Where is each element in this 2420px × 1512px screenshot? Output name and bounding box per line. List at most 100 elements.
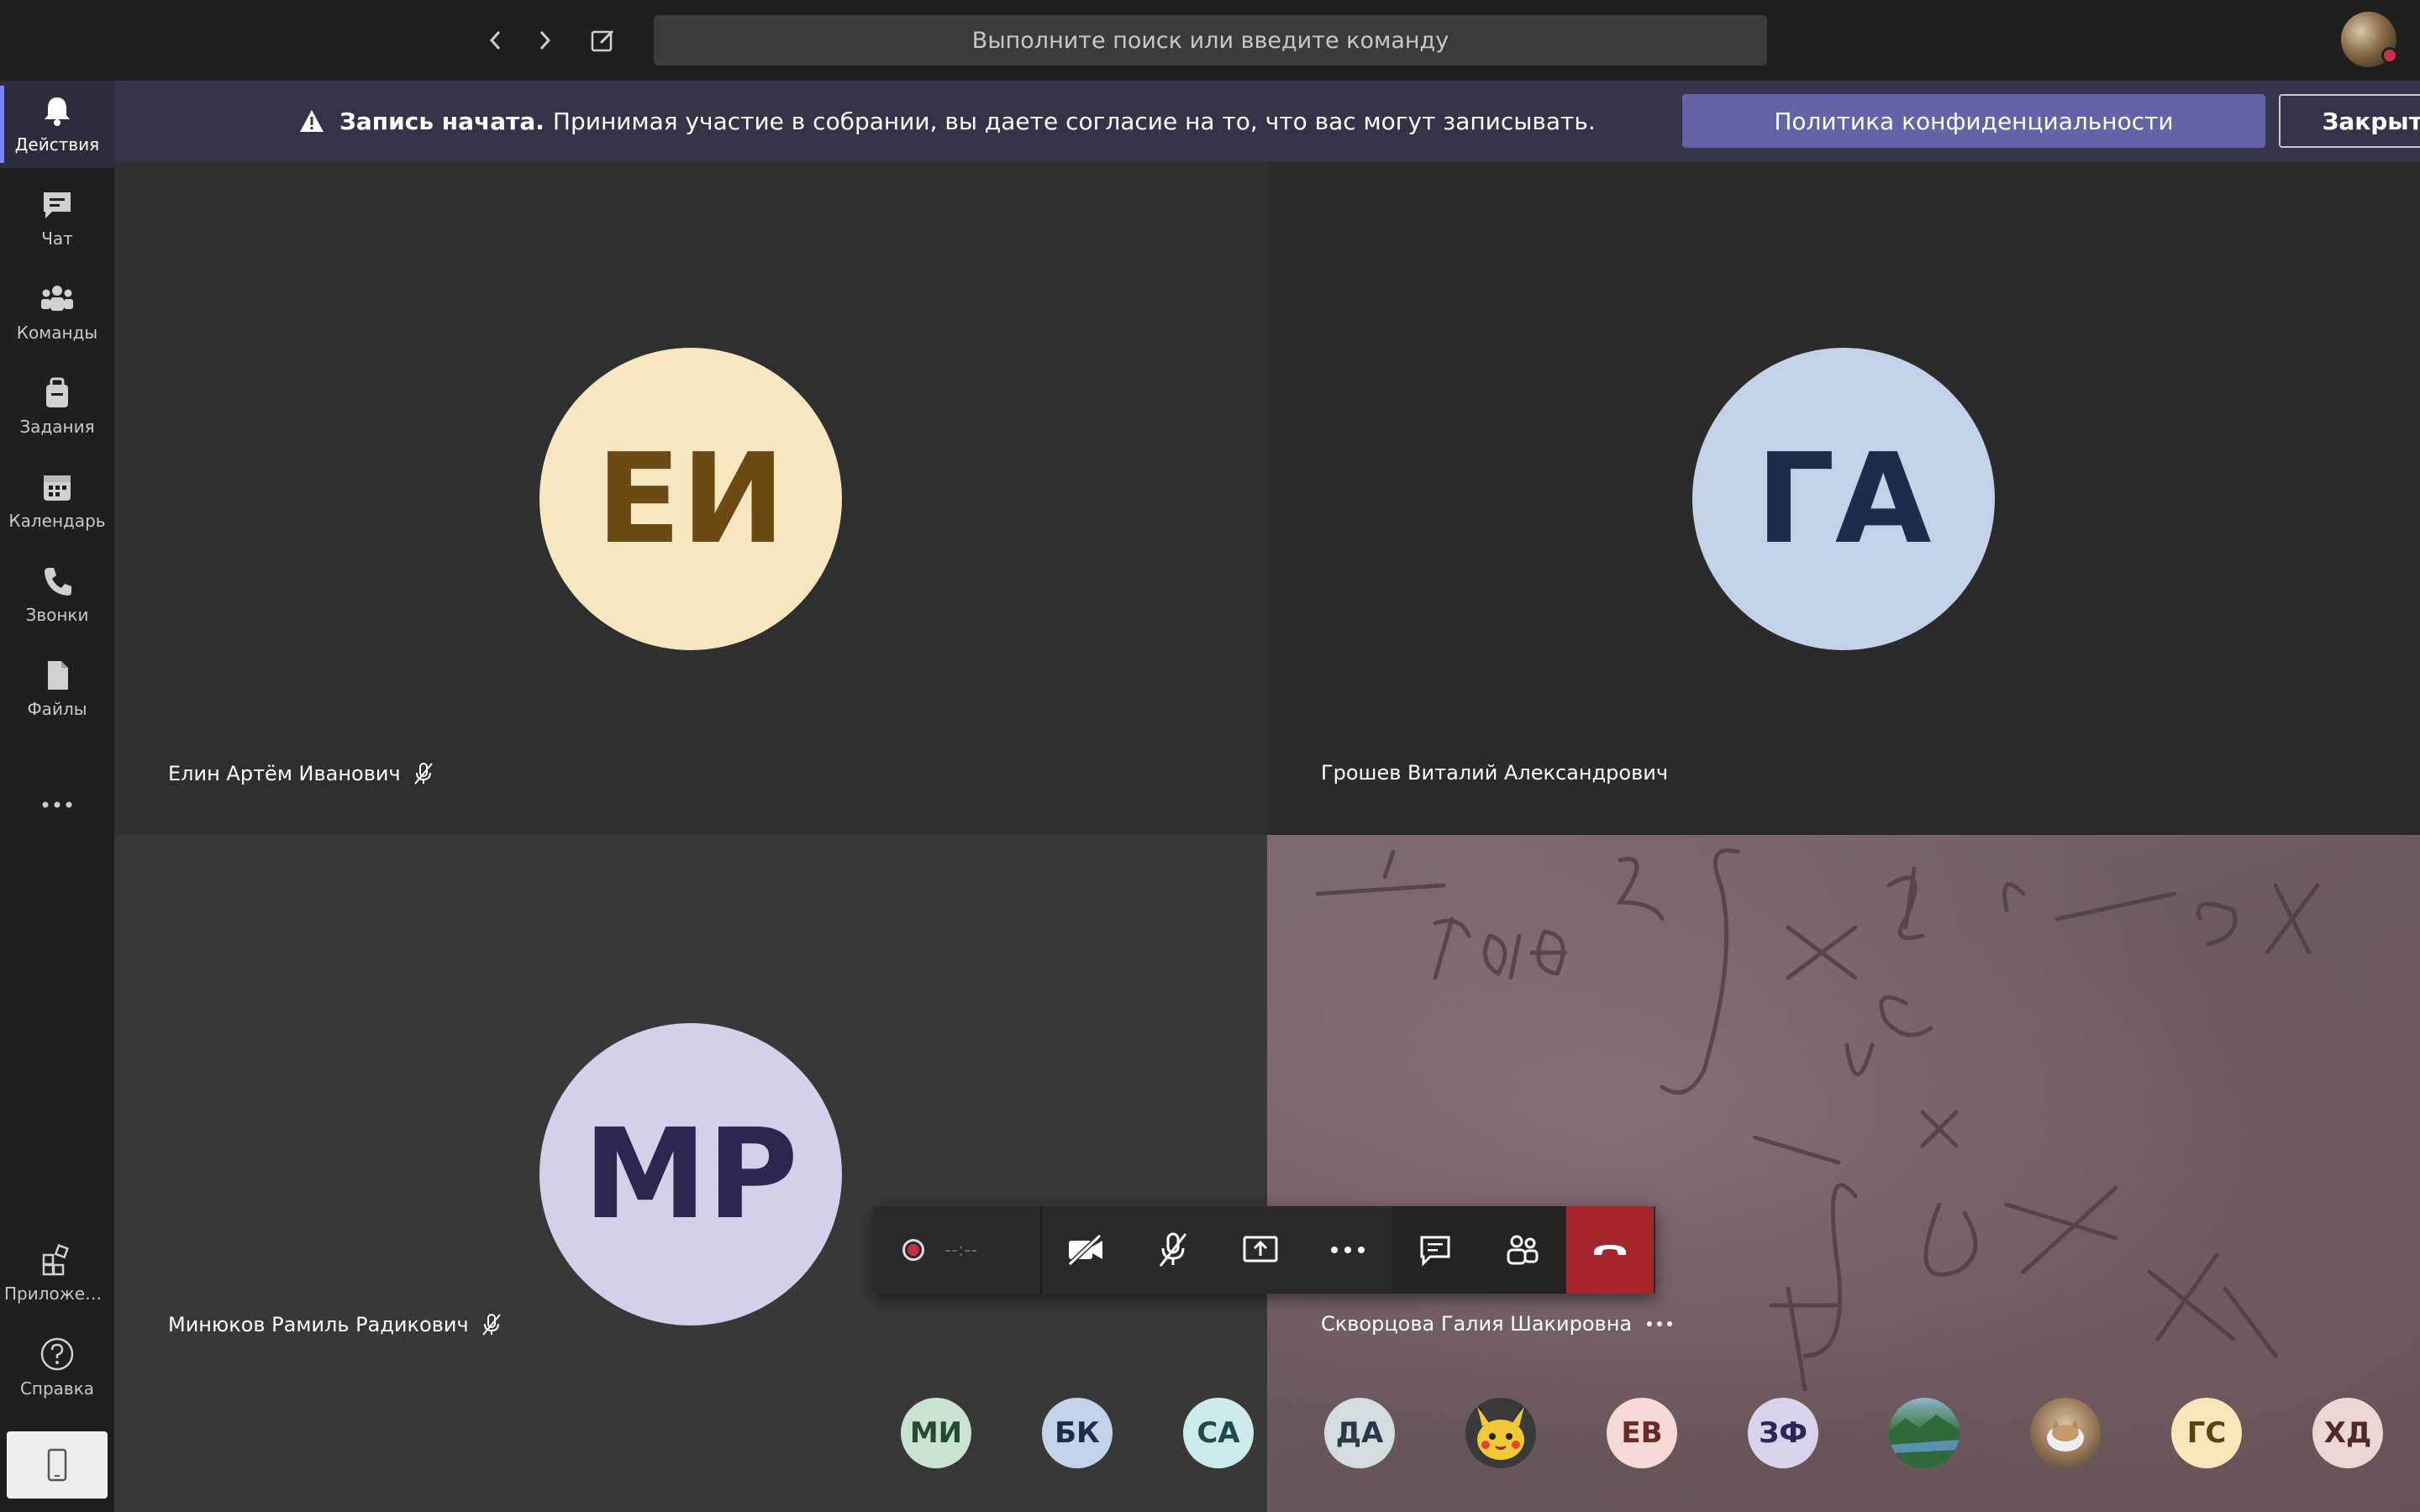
rail-item-help[interactable]: Справка bbox=[0, 1324, 114, 1411]
chat-bubble-icon bbox=[1420, 1236, 1450, 1267]
record-icon bbox=[902, 1239, 924, 1261]
rail-item-calls[interactable]: Звонки bbox=[0, 551, 114, 638]
recording-banner: Запись начата. Принимая участие в собран… bbox=[114, 81, 2420, 161]
help-icon bbox=[40, 1337, 74, 1371]
more-options-icon[interactable] bbox=[1645, 1320, 1674, 1328]
participant-name: Елин Артём Иванович bbox=[168, 762, 401, 785]
rail-label: Чат bbox=[41, 228, 73, 249]
participant-name: Скворцова Галия Шакировна bbox=[1321, 1312, 1633, 1336]
search-input[interactable]: Выполните поиск или введите команду bbox=[654, 15, 1767, 66]
chevron-left-icon bbox=[489, 30, 501, 50]
participant-photo-thumbnail[interactable] bbox=[1889, 1398, 1960, 1468]
participant-thumbnail[interactable]: СА bbox=[1183, 1398, 1254, 1468]
assignments-icon bbox=[46, 377, 68, 407]
show-conversation-button[interactable] bbox=[1392, 1206, 1479, 1294]
files-icon bbox=[48, 661, 68, 690]
panel-buttons bbox=[1392, 1206, 1566, 1294]
recording-title: Запись начата. bbox=[339, 107, 544, 135]
participant-thumbnail[interactable]: ЗФ bbox=[1748, 1398, 1818, 1468]
share-screen-button[interactable] bbox=[1217, 1206, 1304, 1294]
rail-label: Приложен… bbox=[4, 1284, 110, 1304]
rail-label: Задания bbox=[19, 417, 95, 437]
recording-message: Принимая участие в собрании, вы даете со… bbox=[552, 107, 1596, 135]
people-icon bbox=[1507, 1235, 1539, 1265]
participant-tile[interactable]: ГА Грошев Виталий Александрович bbox=[1267, 161, 2420, 835]
rail-label: Календарь bbox=[8, 511, 106, 531]
participant-name-label: Грошев Виталий Александрович bbox=[1321, 761, 1668, 785]
rail-label: Справка bbox=[19, 1378, 95, 1399]
bell-icon bbox=[45, 97, 70, 126]
warning-icon bbox=[300, 110, 324, 132]
mic-muted-icon bbox=[481, 1314, 501, 1336]
meeting-timer: --:-- bbox=[944, 1239, 978, 1261]
phone-icon bbox=[45, 568, 71, 596]
hang-up-button[interactable] bbox=[1566, 1206, 1654, 1294]
more-icon bbox=[42, 801, 72, 808]
participant-avatar: МР bbox=[539, 1023, 842, 1326]
rail-item-teams[interactable]: Команды bbox=[0, 269, 114, 356]
participant-avatar: ЕИ bbox=[539, 348, 842, 650]
cat-avatar-image bbox=[2047, 1420, 2084, 1452]
recording-notice: Запись начата. Принимая участие в собран… bbox=[299, 81, 1596, 161]
more-icon bbox=[1331, 1247, 1365, 1253]
presence-busy-badge bbox=[2381, 47, 2398, 64]
participant-thumbnail[interactable]: ХД bbox=[2312, 1398, 2383, 1468]
camera-off-icon bbox=[1067, 1234, 1102, 1266]
participant-name-label: Скворцова Галия Шакировна bbox=[1321, 1312, 1674, 1336]
participant-name: Минюков Рамиль Радикович bbox=[168, 1313, 469, 1336]
pikachu-avatar-image bbox=[1477, 1406, 1524, 1460]
mic-off-icon bbox=[1159, 1232, 1187, 1267]
participant-photo-thumbnail[interactable] bbox=[2030, 1398, 2101, 1468]
participant-avatar: ГА bbox=[1692, 348, 1995, 650]
mobile-phone-icon bbox=[47, 1448, 67, 1482]
rail-item-activity[interactable]: Действия bbox=[0, 81, 114, 168]
recording-indicator: --:-- bbox=[874, 1206, 1042, 1294]
participant-name-label: Елин Артём Иванович bbox=[168, 761, 434, 786]
microphone-toggle-button[interactable] bbox=[1129, 1206, 1217, 1294]
participant-video-feed bbox=[1267, 835, 2420, 1512]
meeting-controls: --:-- bbox=[874, 1206, 1655, 1294]
download-mobile-app-button[interactable] bbox=[7, 1431, 108, 1499]
participant-tile[interactable]: ЕИ Елин Артём Иванович bbox=[114, 161, 1267, 835]
camera-toggle-button[interactable] bbox=[1042, 1206, 1129, 1294]
forward-button[interactable] bbox=[526, 22, 563, 59]
participant-photo-thumbnail[interactable] bbox=[1465, 1398, 1536, 1468]
rail-item-apps[interactable]: Приложен… bbox=[0, 1230, 114, 1317]
participant-thumbnail[interactable]: ДА bbox=[1324, 1398, 1395, 1468]
whiteboard-video-image bbox=[1315, 848, 2320, 1392]
rail-label: Действия bbox=[14, 134, 100, 155]
compose-icon bbox=[591, 29, 614, 52]
rail-item-calendar[interactable]: Календарь bbox=[0, 457, 114, 544]
mic-muted-icon bbox=[413, 763, 433, 785]
rail-label: Команды bbox=[16, 323, 98, 343]
rail-label: Файлы bbox=[27, 699, 87, 719]
title-bar: Выполните поиск или введите команду bbox=[0, 0, 2420, 81]
teams-icon bbox=[41, 286, 73, 311]
hang-up-icon bbox=[1594, 1245, 1626, 1255]
app-rail: Действия Чат Команды Задания Календарь З… bbox=[0, 81, 114, 1512]
calendar-icon bbox=[44, 475, 71, 501]
more-actions-button[interactable] bbox=[1304, 1206, 1392, 1294]
back-button[interactable] bbox=[477, 22, 514, 59]
apps-icon bbox=[42, 1243, 69, 1276]
participant-thumbnail[interactable]: БК bbox=[1042, 1398, 1113, 1468]
rail-item-assignments[interactable]: Задания bbox=[0, 363, 114, 450]
participant-thumbnail[interactable]: ЕВ bbox=[1607, 1398, 1677, 1468]
privacy-policy-button[interactable]: Политика конфиденциальности bbox=[1682, 94, 2265, 148]
chat-icon bbox=[44, 192, 71, 218]
participant-name-label: Минюков Рамиль Радикович bbox=[168, 1312, 502, 1337]
landscape-avatar-image bbox=[1889, 1415, 1960, 1468]
close-banner-button[interactable]: Закрыть bbox=[2279, 94, 2420, 148]
rail-label: Звонки bbox=[25, 605, 89, 625]
participant-video-tile[interactable]: Скворцова Галия Шакировна bbox=[1267, 835, 2420, 1512]
participant-name: Грошев Виталий Александрович bbox=[1321, 761, 1669, 785]
chevron-right-icon bbox=[539, 30, 551, 50]
share-tray-icon bbox=[1243, 1236, 1278, 1263]
participant-thumbnail[interactable]: МИ bbox=[901, 1398, 971, 1468]
more-apps-button[interactable] bbox=[0, 780, 114, 830]
rail-item-files[interactable]: Файлы bbox=[0, 645, 114, 732]
new-chat-button[interactable] bbox=[585, 22, 622, 59]
rail-item-chat[interactable]: Чат bbox=[0, 175, 114, 262]
participant-thumbnail[interactable]: ГС bbox=[2171, 1398, 2242, 1468]
show-participants-button[interactable] bbox=[1479, 1206, 1566, 1294]
